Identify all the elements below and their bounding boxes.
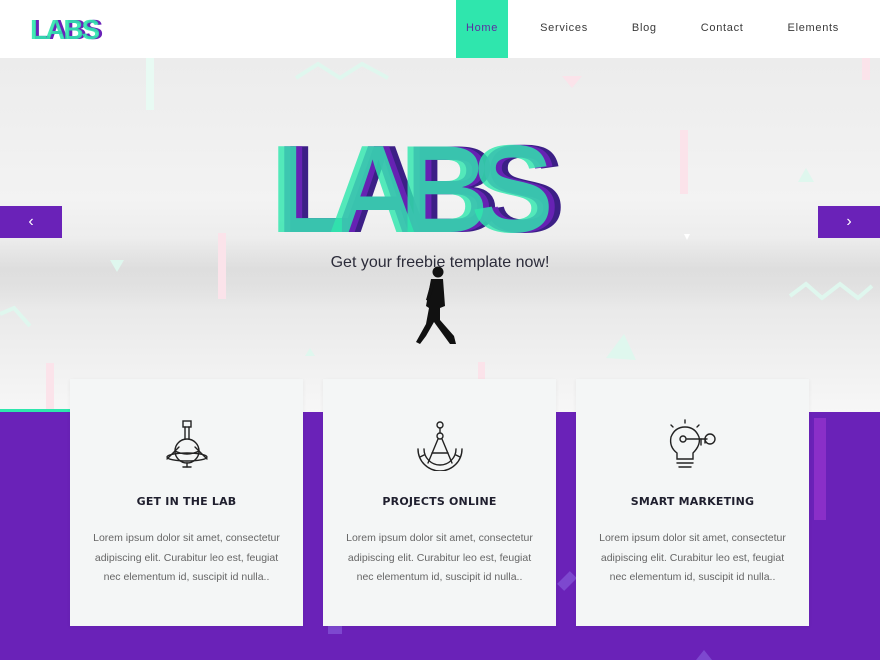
feature-card-lab: GET IN THE LAB Lorem ipsum dolor sit ame… (70, 379, 303, 626)
svg-text:LABS: LABS (270, 132, 549, 240)
flask-icon (166, 420, 208, 468)
nav-blog[interactable]: Blog (621, 0, 668, 58)
main-nav: Home Services Blog Contact Elements (445, 0, 880, 58)
feature-title: GET IN THE LAB (136, 495, 237, 508)
feature-text: Lorem ipsum dolor sit amet, consectetur … (93, 532, 280, 583)
walking-person-image (416, 266, 456, 344)
compass-icon (417, 421, 463, 471)
site-logo[interactable]: LABS LABS (30, 14, 104, 42)
chevron-right-icon: › (846, 213, 852, 230)
site-header: LABS LABS Home Services Blog Contact Ele… (0, 0, 880, 58)
nav-contact[interactable]: Contact (690, 0, 755, 58)
nav-home[interactable]: Home (455, 0, 509, 58)
feature-title: PROJECTS ONLINE (382, 495, 497, 508)
nav-services[interactable]: Services (529, 0, 599, 58)
chevron-left-icon: ‹ (28, 213, 34, 230)
hero-slider: LABS LABS LABS Get your freebie template… (0, 58, 880, 412)
feature-title: SMART MARKETING (630, 495, 755, 508)
slider-prev-button[interactable]: ‹ (0, 206, 62, 238)
svg-text:LABS: LABS (30, 14, 100, 42)
slider-next-button[interactable]: › (818, 206, 880, 238)
feature-text: Lorem ipsum dolor sit amet, consectetur … (346, 532, 533, 583)
nav-elements[interactable]: Elements (777, 0, 850, 58)
feature-card-marketing: SMART MARKETING Lorem ipsum dolor sit am… (576, 379, 809, 626)
feature-card-projects: PROJECTS ONLINE Lorem ipsum dolor sit am… (323, 379, 556, 626)
lightbulb-key-icon (669, 419, 716, 468)
feature-text: Lorem ipsum dolor sit amet, consectetur … (599, 532, 786, 583)
hero-title-logo: LABS LABS LABS (270, 132, 579, 240)
